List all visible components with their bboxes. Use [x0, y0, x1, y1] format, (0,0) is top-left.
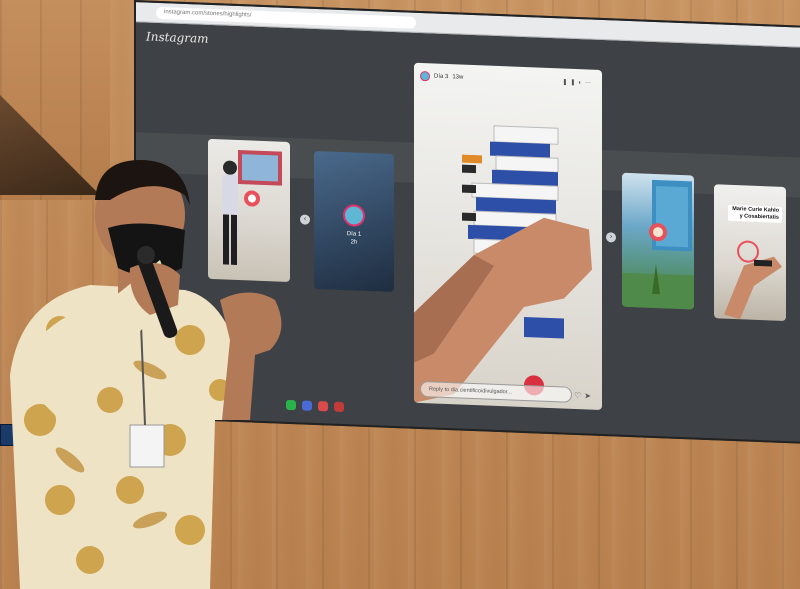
spotify-icon[interactable] — [286, 399, 296, 411]
app-icon[interactable] — [302, 400, 312, 411]
taskbar — [286, 399, 344, 413]
story-main[interactable]: Día 3 13w ❚❚◐⋯ Reply to dia.cientificoid… — [414, 62, 602, 410]
heart-icon[interactable]: ♡ — [574, 391, 584, 400]
story-2-time: 2h — [350, 239, 358, 246]
send-icon[interactable]: ➤ — [584, 391, 594, 400]
story-2-caption: Día 1 2h — [314, 229, 394, 248]
story-thumbnail-1[interactable] — [208, 138, 290, 282]
story-4-image — [622, 179, 694, 310]
url-field[interactable]: instagram.com/stories/highlights/ — [156, 6, 416, 29]
story-thumbnail-2[interactable]: Día 1 2h — [314, 150, 394, 292]
story-1-image — [222, 149, 282, 265]
wall-device — [0, 424, 16, 446]
prev-story-arrow[interactable]: ‹ — [300, 214, 310, 225]
next-story-arrow[interactable]: › — [606, 232, 616, 243]
projection-screen: instagram.com/stories/highlights/ Instag… — [134, 0, 800, 445]
story-thumbnail-5[interactable]: Marie Curie Kahlo y Cosabiertatis — [714, 184, 786, 322]
story-2-avatar — [343, 204, 365, 227]
story-5-image — [724, 240, 782, 320]
instagram-logo[interactable]: Instagram — [146, 29, 209, 45]
chrome-icon[interactable] — [318, 401, 328, 412]
pdf-icon[interactable] — [334, 401, 344, 413]
jenga-tower-image — [414, 125, 592, 403]
reply-actions: ♡➤ — [574, 391, 594, 401]
story-thumbnail-4[interactable] — [622, 172, 694, 310]
